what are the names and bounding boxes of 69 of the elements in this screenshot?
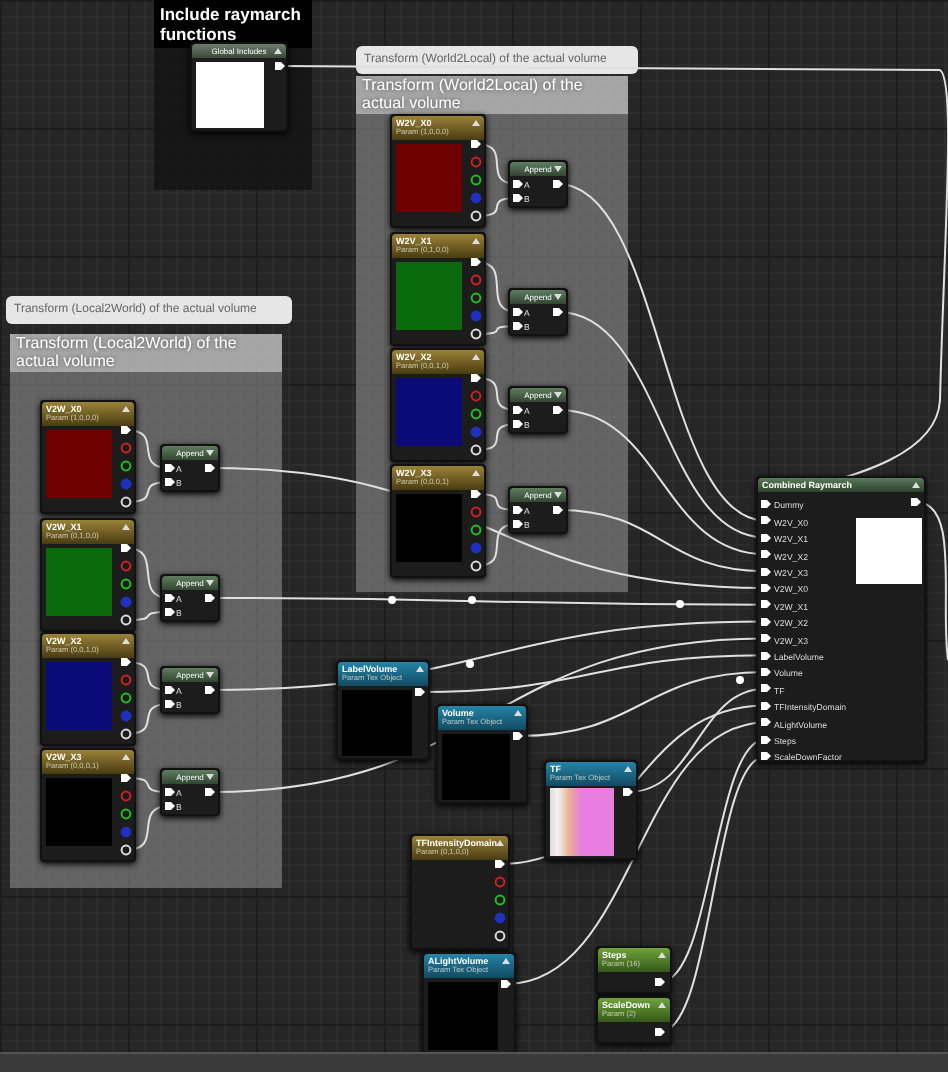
- input-pin[interactable]: [512, 418, 524, 430]
- input-pin[interactable]: [760, 632, 772, 645]
- collapse-icon[interactable]: [416, 665, 424, 671]
- input-pin[interactable]: [760, 548, 772, 561]
- input-pin[interactable]: [760, 750, 772, 762]
- collapse-icon[interactable]: [658, 951, 666, 957]
- input-pin[interactable]: [760, 649, 772, 662]
- collapse-icon[interactable]: [122, 523, 130, 529]
- channel-pin[interactable]: [470, 174, 482, 186]
- input-pin[interactable]: [760, 582, 772, 594]
- input-pin[interactable]: [164, 800, 176, 812]
- gradient-preview: [550, 788, 614, 856]
- texture-preview: [428, 982, 498, 1050]
- input-pin[interactable]: [760, 733, 772, 746]
- input-pin[interactable]: [760, 682, 772, 695]
- channel-pin[interactable]: [470, 524, 482, 536]
- comment-title: Transform (Local2World) of the actual volume: [10, 334, 282, 372]
- channel-pin[interactable]: [120, 460, 132, 472]
- collapse-icon[interactable]: [496, 839, 504, 845]
- collapse-icon[interactable]: [472, 237, 480, 243]
- channel-pin[interactable]: [470, 292, 482, 304]
- caret-icon[interactable]: [206, 773, 214, 779]
- input-pin[interactable]: [760, 565, 772, 578]
- input-pin[interactable]: [164, 698, 176, 710]
- input-pin[interactable]: [760, 498, 772, 510]
- collapse-icon[interactable]: [472, 353, 480, 359]
- input-pin[interactable]: [760, 615, 772, 628]
- input-pin[interactable]: [760, 716, 772, 729]
- node-preview: [856, 518, 922, 584]
- channel-pin[interactable]: [120, 808, 132, 820]
- node-preview: [196, 62, 264, 128]
- input-pin[interactable]: [512, 320, 524, 332]
- output-pin[interactable]: [654, 1026, 666, 1038]
- collapse-icon[interactable]: [122, 637, 130, 643]
- collapse-icon[interactable]: [514, 709, 522, 715]
- caret-icon[interactable]: [554, 391, 562, 397]
- caret-icon[interactable]: [206, 449, 214, 455]
- output-pin[interactable]: [910, 496, 922, 508]
- collapse-icon[interactable]: [658, 1001, 666, 1007]
- input-pin[interactable]: [760, 514, 772, 527]
- caret-icon[interactable]: [554, 491, 562, 497]
- collapse-icon[interactable]: [122, 753, 130, 759]
- input-pin[interactable]: [512, 192, 524, 204]
- texture-preview: [342, 690, 412, 756]
- input-pin[interactable]: [760, 531, 772, 544]
- collapse-icon[interactable]: [912, 481, 920, 487]
- collapse-icon[interactable]: [502, 957, 510, 963]
- input-pin[interactable]: [760, 598, 772, 611]
- input-pin[interactable]: [164, 606, 176, 618]
- collapse-icon[interactable]: [624, 765, 632, 771]
- collapse-icon[interactable]: [472, 469, 480, 475]
- collapse-icon[interactable]: [472, 119, 480, 125]
- output-pin[interactable]: [654, 976, 666, 988]
- channel-pin[interactable]: [470, 408, 482, 420]
- input-pin[interactable]: [164, 476, 176, 488]
- channel-pin[interactable]: [494, 894, 506, 906]
- channel-pin[interactable]: [120, 578, 132, 590]
- texture-preview: [442, 734, 510, 800]
- input-pin[interactable]: [760, 666, 772, 678]
- comment-title: Include raymarch functions: [154, 0, 312, 48]
- channel-pin[interactable]: [120, 692, 132, 704]
- caret-icon[interactable]: [206, 579, 214, 585]
- caret-icon[interactable]: [554, 165, 562, 171]
- collapse-icon[interactable]: [122, 405, 130, 411]
- caret-icon[interactable]: [206, 671, 214, 677]
- caret-icon[interactable]: [554, 293, 562, 299]
- input-pin[interactable]: [760, 699, 772, 712]
- comment-title: Transform (World2Local) of the actual volume: [356, 76, 628, 114]
- input-pin[interactable]: [512, 518, 524, 530]
